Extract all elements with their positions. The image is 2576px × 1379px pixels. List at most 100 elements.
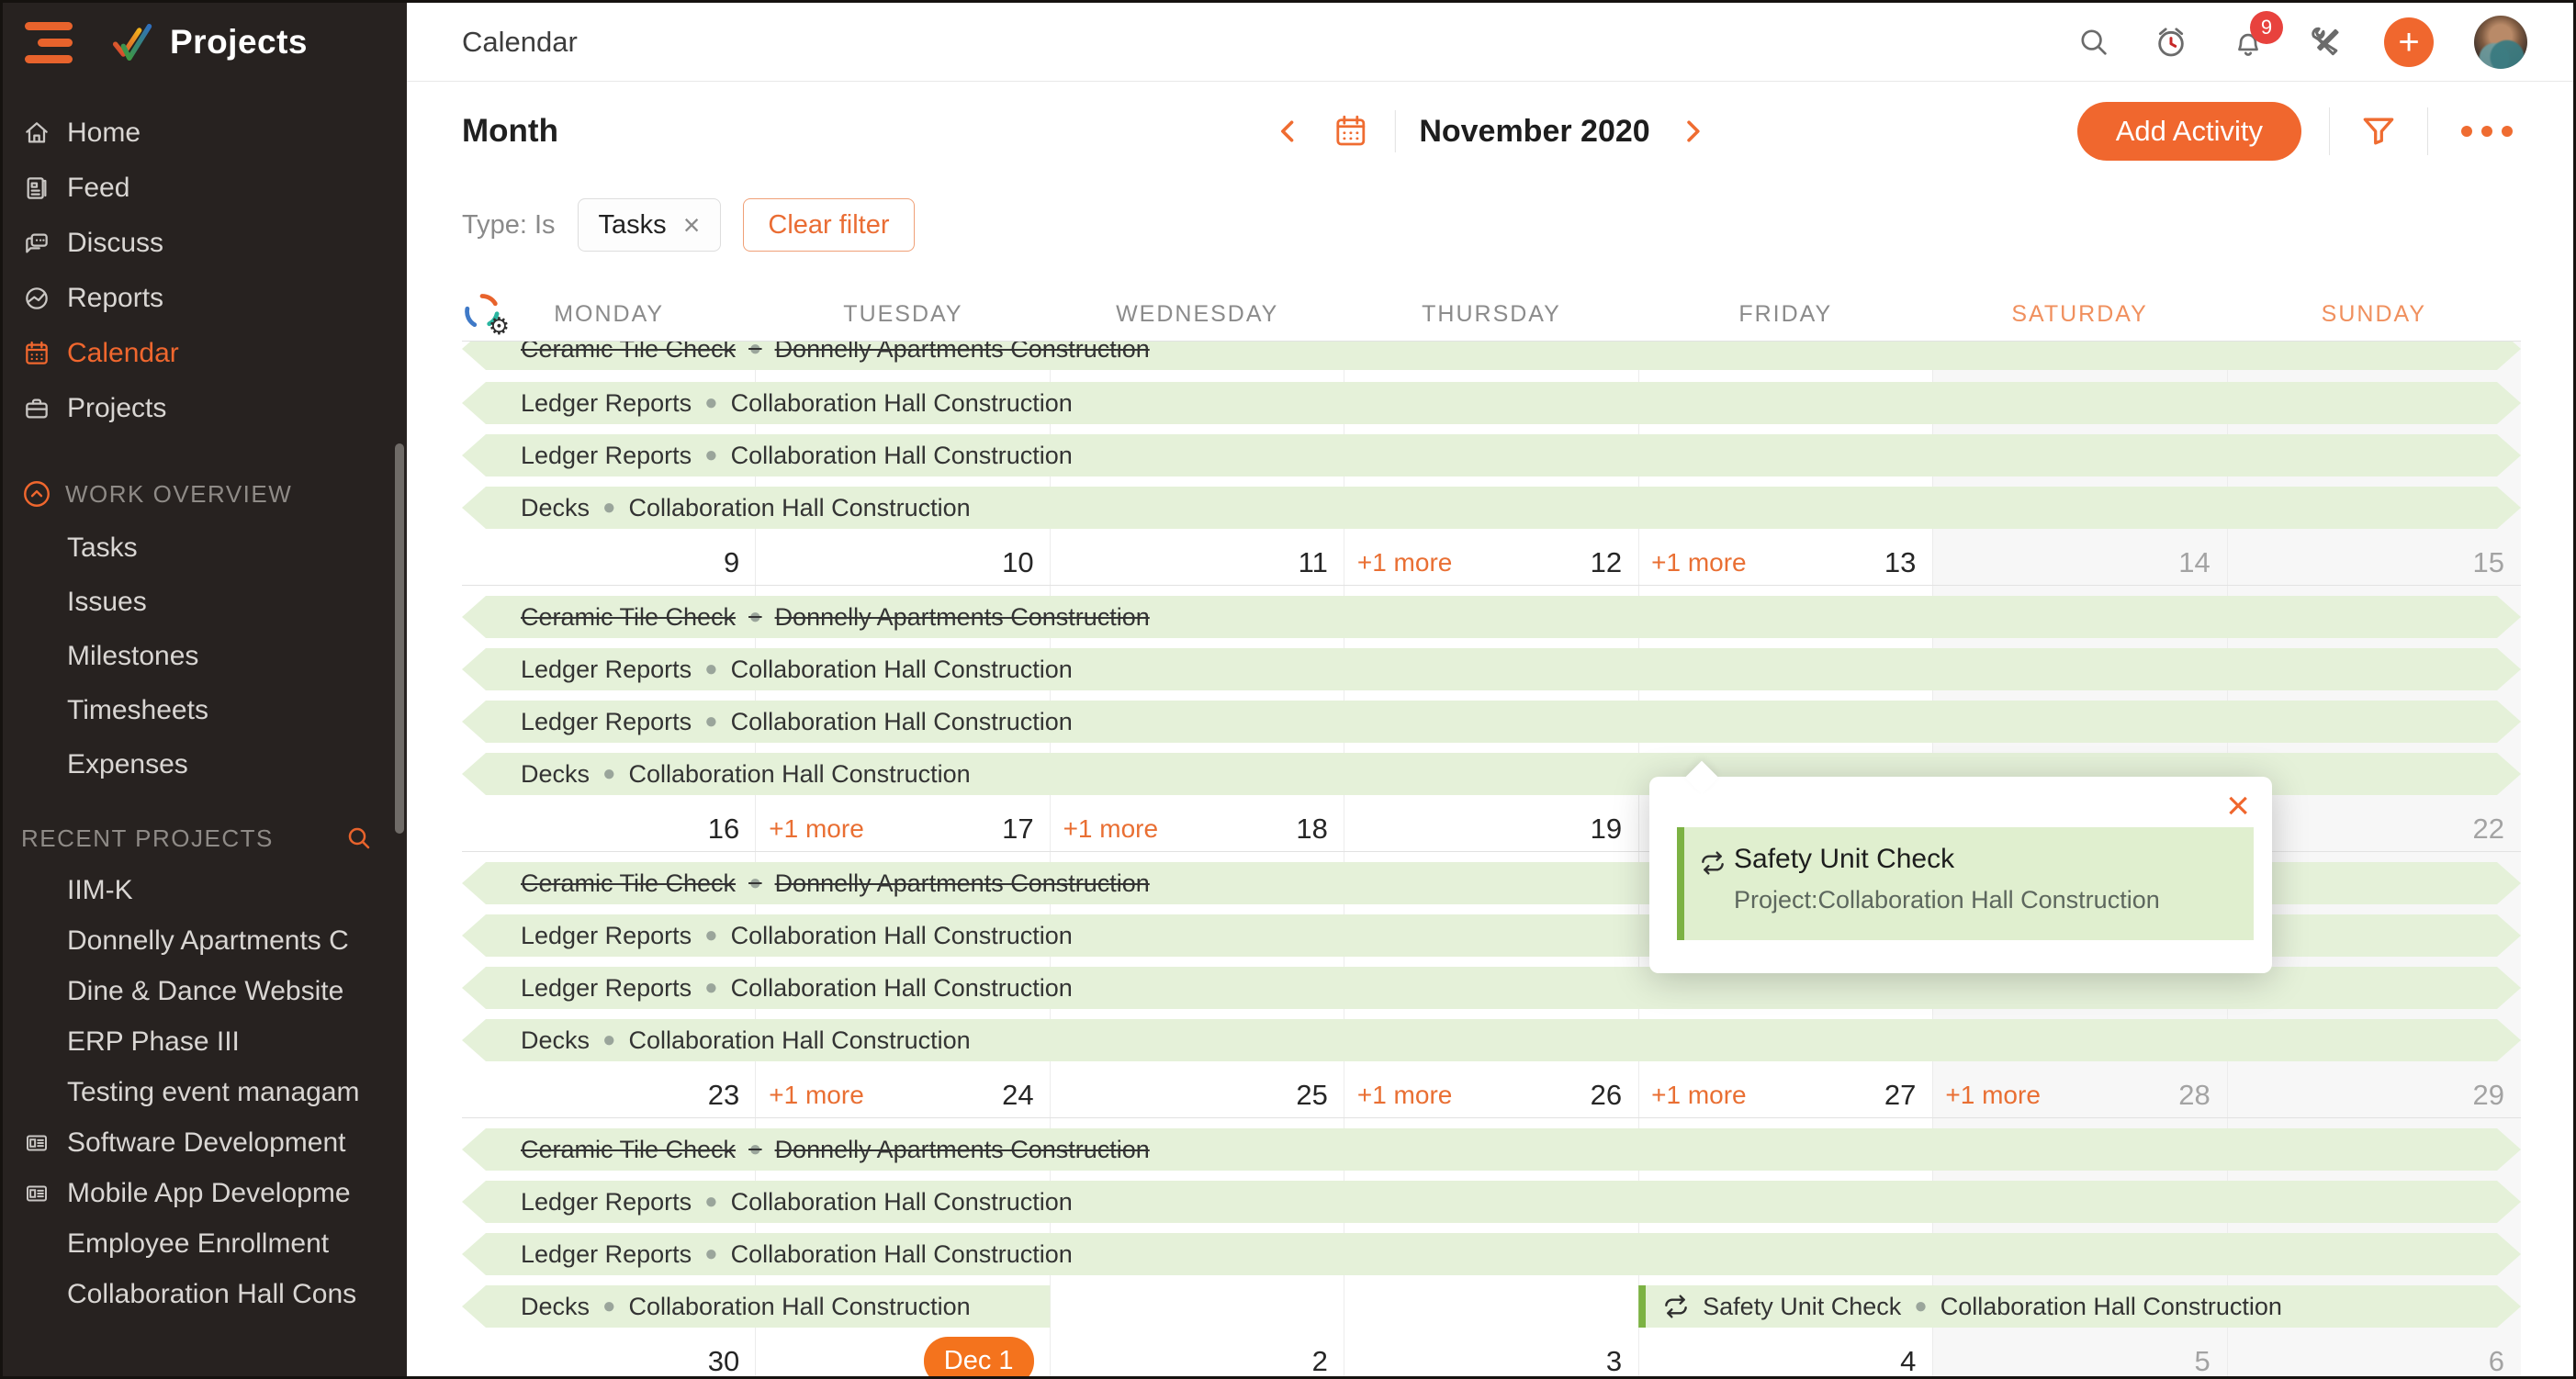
current-period[interactable]: November 2020 [1419,114,1649,150]
event-bar-ledger-reports[interactable]: Ledger Reports●Collaboration Hall Constr… [462,1233,2521,1275]
date-cell[interactable]: 6 [2227,1338,2521,1376]
date-cell[interactable]: 5 [1932,1338,2226,1376]
date-cell[interactable]: +1 more27 [1638,1071,1932,1118]
event-bar-decks[interactable]: Decks●Collaboration Hall Construction [462,487,2521,529]
date-cell[interactable]: 11 [1051,539,1344,586]
date-cell[interactable]: 9 [462,539,756,586]
more-events-link[interactable]: +1 more [1651,548,1747,577]
project-search-icon[interactable] [344,824,374,853]
date-picker-icon[interactable] [1330,111,1370,151]
sidebar-item-projects[interactable]: Projects [3,381,407,436]
sidebar-item-expenses[interactable]: Expenses [3,737,407,791]
event-bar-ledger-reports[interactable]: Ledger Reports●Collaboration Hall Constr… [462,648,2521,690]
date-cell[interactable]: 23 [462,1071,756,1118]
recent-project-donnelly[interactable]: Donnelly Apartments C [3,915,407,966]
date-cell[interactable]: +1 more26 [1344,1071,1638,1118]
project-label: ERP Phase III [67,1026,240,1058]
view-mode-label[interactable]: Month [462,113,558,150]
clear-filter-button[interactable]: Clear filter [743,198,914,252]
more-events-link[interactable]: +1 more [769,1081,864,1110]
date-number: 17 [1002,813,1033,846]
event-bar-decks[interactable]: Decks●Collaboration Hall Construction [462,1019,2521,1061]
sidebar-item-timesheets[interactable]: Timesheets [3,683,407,737]
event-bar-ceramic-tile-check[interactable]: Ceramic Tile Check●Donnelly Apartments C… [462,342,2521,370]
recent-projects-header: RECENT PROJECTS [3,812,407,865]
add-new-button[interactable]: + [2384,17,2434,67]
event-bar-ledger-reports[interactable]: Ledger Reports●Collaboration Hall Constr… [462,701,2521,743]
notifications-bell-icon[interactable]: 9 [2230,24,2267,61]
event-project: Donnelly Apartments Construction [775,869,1150,898]
recent-project-mobile-app[interactable]: Mobile App Developme [3,1168,407,1218]
remove-filter-icon[interactable]: × [683,208,701,242]
search-icon[interactable] [2075,24,2112,61]
prev-month-icon[interactable] [1269,113,1306,150]
more-events-link[interactable]: +1 more [1063,814,1159,844]
recent-project-software-dev[interactable]: Software Development [3,1117,407,1168]
sidebar-item-calendar[interactable]: Calendar [3,326,407,381]
recent-project-testing-event[interactable]: Testing event managam [3,1067,407,1117]
more-events-link[interactable]: +1 more [1651,1081,1747,1110]
more-events-link[interactable]: +1 more [769,814,864,844]
date-cell-today[interactable]: Dec 1 [756,1338,1050,1376]
event-bar-ledger-reports[interactable]: Ledger Reports●Collaboration Hall Constr… [462,1181,2521,1223]
event-bar-ceramic-tile-check[interactable]: Ceramic Tile Check●Donnelly Apartments C… [462,596,2521,638]
date-cell[interactable]: 3 [1344,1338,1638,1376]
sidebar-item-home[interactable]: Home [3,106,407,161]
date-cell[interactable]: +1 more12 [1344,539,1638,586]
popup-event-card[interactable]: Safety Unit Check Project:Collaboration … [1677,827,2254,940]
date-cell[interactable]: 10 [756,539,1050,586]
filter-chip-tasks[interactable]: Tasks × [578,198,722,252]
sidebar-item-reports[interactable]: Reports [3,271,407,326]
add-activity-button[interactable]: Add Activity [2077,102,2301,161]
date-cell[interactable]: +1 more28 [1932,1071,2226,1118]
sidebar-item-issues[interactable]: Issues [3,575,407,629]
date-cell[interactable]: 29 [2227,1071,2521,1118]
calendar-sync-icon[interactable]: ⚙ [462,291,508,337]
event-bar-safety-unit-check[interactable]: Safety Unit Check●Collaboration Hall Con… [1638,1285,2521,1328]
date-cell[interactable]: +1 more24 [756,1071,1050,1118]
collapse-circle-icon[interactable] [21,478,52,510]
next-month-icon[interactable] [1674,113,1711,150]
filter-icon[interactable] [2357,110,2400,152]
tools-icon[interactable] [2307,24,2344,61]
date-cell[interactable]: 4 [1638,1338,1932,1376]
more-events-link[interactable]: +1 more [1945,1081,2041,1110]
date-cell[interactable]: 30 [462,1338,756,1376]
date-cell[interactable]: +1 more 17 [756,805,1050,852]
date-cell[interactable]: 16 [462,805,756,852]
date-cell[interactable]: 19 [1344,805,1638,852]
date-cell[interactable]: +1 more13 [1638,539,1932,586]
event-title: Decks [521,1026,590,1055]
sidebar-item-tasks[interactable]: Tasks [3,521,407,575]
app-logo[interactable]: Projects [107,18,308,66]
project-label: Software Development [67,1127,346,1159]
date-cell[interactable]: 25 [1051,1071,1344,1118]
recent-project-iim-k[interactable]: IIM-K [3,865,407,915]
sidebar-item-milestones[interactable]: Milestones [3,629,407,683]
sidebar-scrollbar[interactable] [395,443,404,834]
event-bar-ledger-reports[interactable]: Ledger Reports●Collaboration Hall Constr… [462,434,2521,476]
hamburger-menu-icon[interactable] [25,22,76,63]
date-cell[interactable]: +1 more18 [1051,805,1344,852]
date-cell[interactable]: 14 [1932,539,2226,586]
recent-project-collaboration-hall[interactable]: Collaboration Hall Cons [3,1269,407,1319]
sidebar-item-feed[interactable]: Feed [3,161,407,216]
event-bar-ledger-reports[interactable]: Ledger Reports●Collaboration Hall Constr… [462,382,2521,424]
recent-project-dine-dance[interactable]: Dine & Dance Website [3,966,407,1016]
recent-project-employee-enrollment[interactable]: Employee Enrollment [3,1218,407,1269]
timer-icon[interactable] [2153,24,2189,61]
separator-dot: ● [748,604,762,630]
date-number: 4 [1900,1345,1916,1377]
more-events-link[interactable]: +1 more [1357,548,1453,577]
close-icon[interactable]: × [2226,786,2250,826]
user-avatar[interactable] [2474,16,2527,69]
date-cell[interactable]: 15 [2227,539,2521,586]
event-bar-ceramic-tile-check[interactable]: Ceramic Tile Check●Donnelly Apartments C… [462,1128,2521,1171]
more-events-link[interactable]: +1 more [1357,1081,1453,1110]
event-bar-decks[interactable]: Decks●Collaboration Hall Construction [462,1285,1051,1328]
date-cell[interactable]: 2 [1051,1338,1344,1376]
sidebar-item-discuss[interactable]: Discuss [3,216,407,271]
work-overview-header[interactable]: WORK OVERVIEW [3,467,407,521]
more-options-icon[interactable] [2456,126,2518,137]
recent-project-erp[interactable]: ERP Phase III [3,1016,407,1067]
